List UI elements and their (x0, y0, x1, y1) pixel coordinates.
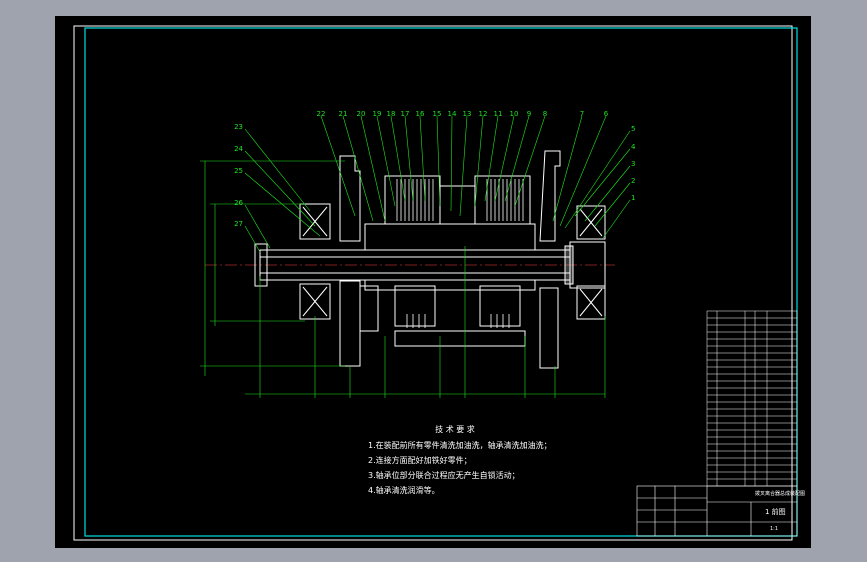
balloon-18: 18 (387, 110, 396, 118)
balloons-left: 23 24 25 26 27 (234, 123, 243, 228)
clutch-hub (364, 175, 536, 347)
note-line-2: 2.连接方面配好加铁好零件； (368, 455, 472, 465)
balloon-9: 9 (527, 110, 531, 118)
balloon-3: 3 (631, 160, 635, 168)
balloon-19: 19 (373, 110, 382, 118)
sheet-label: 1 前图 (765, 507, 786, 516)
balloons-right: 5 4 3 2 1 (631, 125, 636, 202)
balloon-13: 13 (463, 110, 472, 118)
balloon-21: 21 (339, 110, 348, 118)
drawing-name: 拨叉离合器总成装配图 (755, 490, 805, 497)
balloon-8: 8 (543, 110, 547, 118)
balloon-10: 10 (510, 110, 519, 118)
note-line-1: 1.在装配前所有零件清洗加油洗，轴承清洗加油洗； (368, 440, 552, 450)
balloon-16: 16 (416, 110, 425, 118)
left-bracket (299, 155, 379, 367)
balloon-5: 5 (631, 125, 635, 133)
balloon-1: 1 (631, 194, 635, 202)
balloon-11: 11 (494, 110, 503, 118)
balloon-12: 12 (479, 110, 488, 118)
balloon-15: 15 (433, 110, 442, 118)
friction-discs (396, 179, 524, 328)
note-line-4: 4.轴承清洗润滑等。 (368, 485, 440, 495)
note-line-3: 3.轴承位部分联合过程应无产生自锁活动； (368, 470, 520, 480)
balloon-6: 6 (604, 110, 609, 118)
balloon-26: 26 (234, 199, 243, 207)
technical-notes: 技 术 要 求 1.在装配前所有零件清洗加油洗，轴承清洗加油洗； 2.连接方面配… (368, 424, 552, 495)
balloon-7: 7 (580, 110, 584, 118)
scale-text: 1:1 (770, 526, 778, 532)
cad-drawing: 22 21 20 19 18 17 16 15 14 13 12 11 10 9… (73, 25, 805, 541)
balloon-22: 22 (317, 110, 326, 118)
balloon-23: 23 (234, 123, 243, 131)
notes-title: 技 术 要 求 (435, 424, 475, 434)
balloon-4: 4 (631, 143, 636, 151)
balloon-14: 14 (448, 110, 457, 118)
balloon-2: 2 (631, 177, 635, 185)
balloon-20: 20 (357, 110, 366, 118)
leader-lines (244, 115, 631, 253)
balloons-top: 22 21 20 19 18 17 16 15 14 13 12 11 10 9… (317, 110, 609, 118)
balloon-24: 24 (234, 145, 243, 153)
balloon-27: 27 (234, 220, 243, 228)
parts-list (706, 310, 798, 487)
drawing-sheet: 22 21 20 19 18 17 16 15 14 13 12 11 10 9… (55, 16, 811, 548)
balloon-17: 17 (401, 110, 410, 118)
balloon-25: 25 (234, 167, 243, 175)
